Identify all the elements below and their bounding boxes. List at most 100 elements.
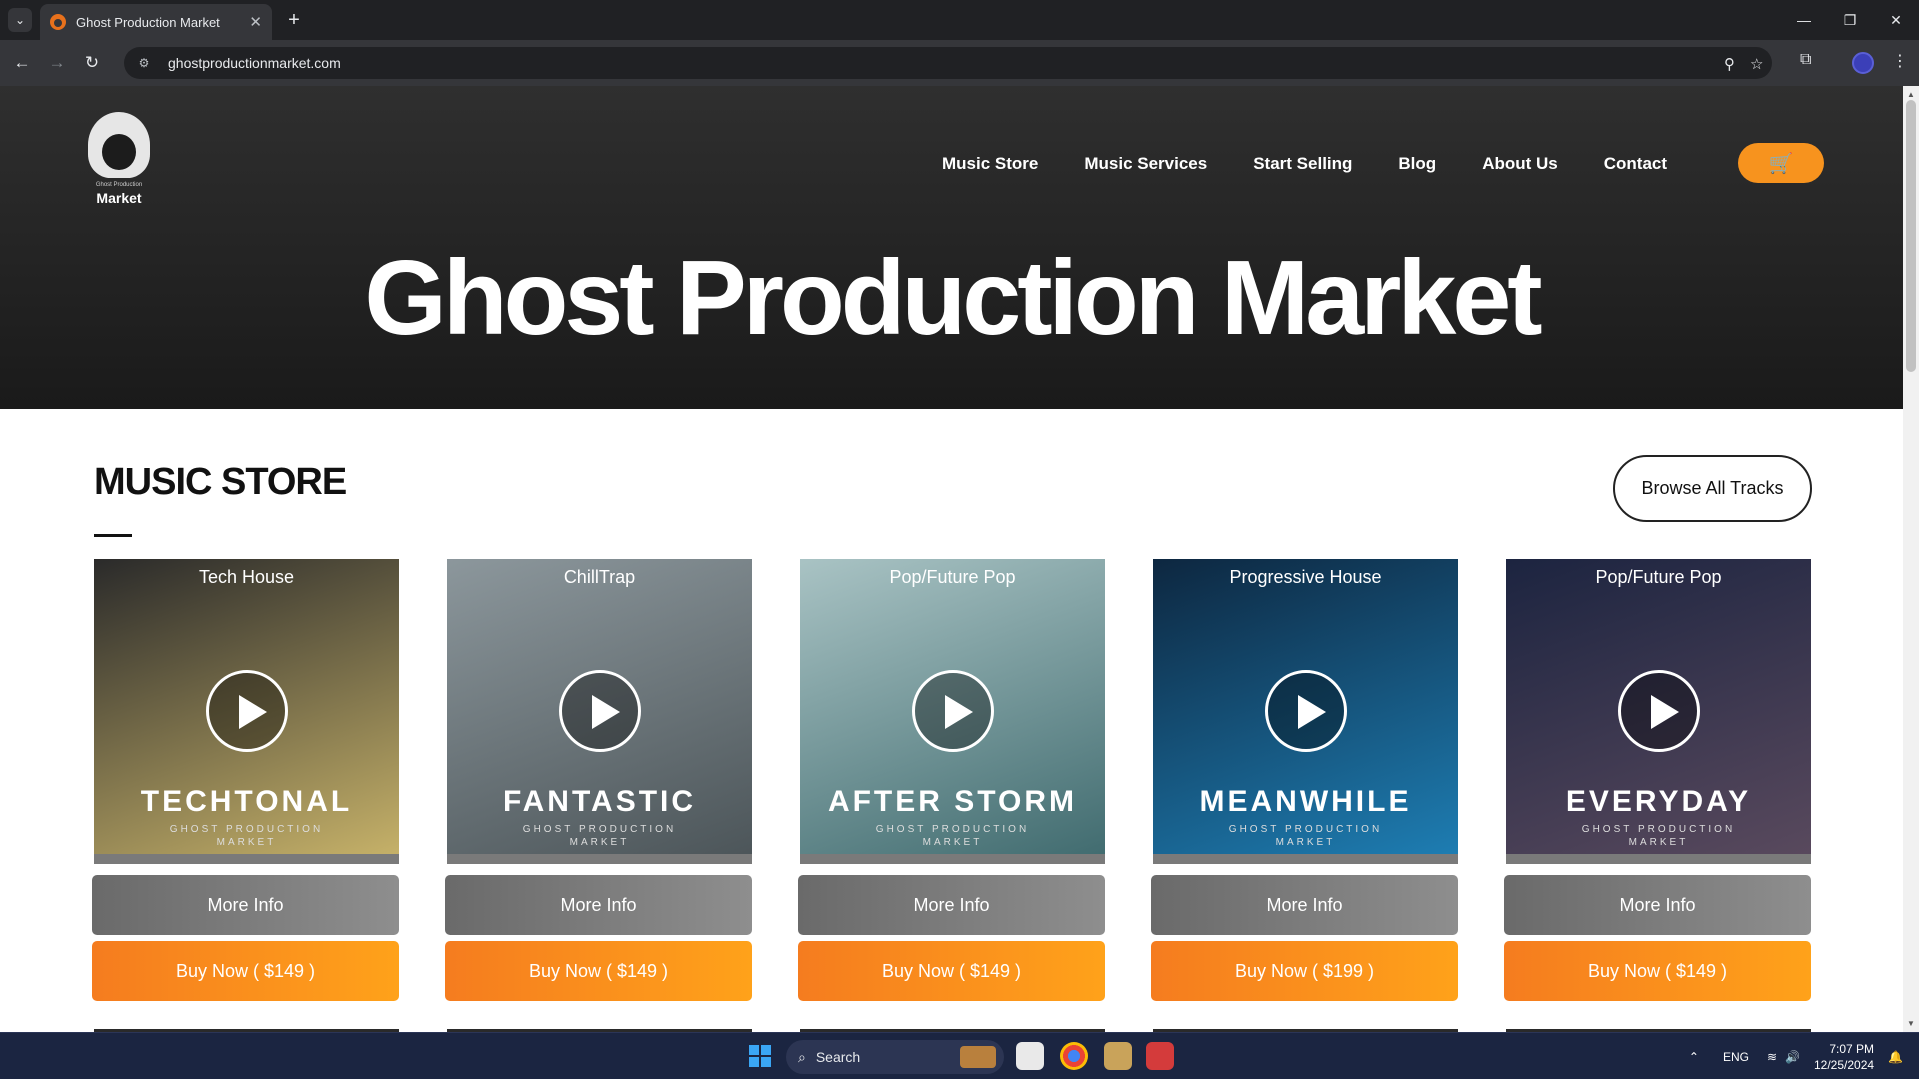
track-cover-subtitle: GHOST PRODUCTION MARKET xyxy=(522,824,677,848)
track-title: MEANWHILE xyxy=(1199,785,1412,818)
page-scrollbar[interactable]: ▲ ▼ xyxy=(1903,86,1919,1032)
more-info-button[interactable]: More Info xyxy=(1504,875,1811,935)
site-logo[interactable]: Ghost Production Market xyxy=(80,112,158,208)
browser-tab-active[interactable]: Ghost Production Market ✕ xyxy=(40,4,272,40)
buy-now-button[interactable]: Buy Now ( $149 ) xyxy=(798,941,1105,1001)
more-info-button[interactable]: More Info xyxy=(798,875,1105,935)
windows-taskbar: ⌕ Search ⌃ ENG ≋ 🔊 7:07 PM 12/25/2024 🔔 xyxy=(0,1032,1919,1079)
heading-underline xyxy=(94,534,132,537)
cart-icon: 🛒 xyxy=(1768,152,1794,175)
more-info-button[interactable]: More Info xyxy=(92,875,399,935)
scroll-down-arrow-icon[interactable]: ▼ xyxy=(1907,1019,1915,1028)
search-highlight-image xyxy=(960,1046,996,1068)
track-cover-subtitle: GHOST PRODUCTION MARKET xyxy=(1228,824,1383,848)
track-cover[interactable]: Progressive House MEANWHILE GHOST PRODUC… xyxy=(1153,559,1458,864)
play-icon[interactable] xyxy=(912,670,994,752)
nav-about-us[interactable]: About Us xyxy=(1482,154,1558,184)
bookmark-star-icon[interactable]: ☆ xyxy=(1750,55,1763,73)
track-title: EVERYDAY xyxy=(1565,785,1752,818)
main-navigation: Music Store Music Services Start Selling… xyxy=(942,154,1667,184)
cover-bottom-bar xyxy=(94,854,399,864)
more-info-button[interactable]: More Info xyxy=(445,875,752,935)
address-bar[interactable]: ⚙ ghostproductionmarket.com ⚲ ☆ xyxy=(124,47,1772,79)
back-arrow-icon[interactable]: ← xyxy=(10,51,34,75)
track-title: FANTASTIC xyxy=(502,785,697,818)
system-tray: ⌃ ENG ≋ 🔊 7:07 PM 12/25/2024 🔔 xyxy=(1689,1033,1903,1080)
cart-button[interactable]: 🛒 xyxy=(1738,143,1824,183)
nav-music-store[interactable]: Music Store xyxy=(942,154,1038,184)
track-title: TECHTONAL xyxy=(140,785,353,818)
windows-start-icon[interactable] xyxy=(749,1045,771,1067)
browser-tab-bar: ⌄ Ghost Production Market ✕ + — ❐ ✕ xyxy=(0,0,1919,40)
track-genre: ChillTrap xyxy=(563,567,636,587)
play-icon[interactable] xyxy=(1618,670,1700,752)
track-genre: Tech House xyxy=(198,567,295,587)
track-genre: Pop/Future Pop xyxy=(1595,567,1722,587)
new-tab-button[interactable]: + xyxy=(282,8,306,32)
play-icon[interactable] xyxy=(1265,670,1347,752)
cover-bottom-bar xyxy=(447,854,752,864)
tab-title: Ghost Production Market xyxy=(76,14,220,30)
track-cover-subtitle: GHOST PRODUCTION MARKET xyxy=(1581,824,1736,848)
profile-avatar[interactable] xyxy=(1852,52,1874,74)
notification-bell-icon[interactable]: 🔔 xyxy=(1888,1050,1903,1064)
search-icon: ⌕ xyxy=(798,1048,806,1065)
buy-now-button[interactable]: Buy Now ( $149 ) xyxy=(445,941,752,1001)
scroll-thumb[interactable] xyxy=(1906,100,1916,372)
logo-text: Market xyxy=(96,190,142,206)
track-cover-subtitle: GHOST PRODUCTION MARKET xyxy=(875,824,1030,848)
tab-search-chevron-icon[interactable]: ⌄ xyxy=(8,8,32,32)
reload-icon[interactable]: ↻ xyxy=(80,51,104,75)
nav-start-selling[interactable]: Start Selling xyxy=(1253,154,1352,184)
language-indicator[interactable]: ENG xyxy=(1723,1050,1749,1064)
app-icon[interactable] xyxy=(1104,1042,1132,1070)
buy-now-button[interactable]: Buy Now ( $199 ) xyxy=(1151,941,1458,1001)
show-hidden-icons-chevron-icon[interactable]: ⌃ xyxy=(1689,1050,1699,1064)
taskbar-search[interactable]: ⌕ Search xyxy=(786,1040,1004,1074)
scroll-up-arrow-icon[interactable]: ▲ xyxy=(1907,90,1915,99)
buy-now-button[interactable]: Buy Now ( $149 ) xyxy=(1504,941,1811,1001)
tab-close-icon[interactable]: ✕ xyxy=(249,13,262,31)
forward-arrow-icon[interactable]: → xyxy=(45,51,69,75)
nav-blog[interactable]: Blog xyxy=(1398,154,1436,184)
clock[interactable]: 7:07 PM 12/25/2024 xyxy=(1814,1041,1874,1073)
chrome-app-icon[interactable] xyxy=(1060,1042,1088,1070)
logo-small-text: Ghost Production xyxy=(95,182,143,188)
wifi-icon[interactable]: ≋ xyxy=(1767,1050,1777,1064)
restore-button[interactable]: ❐ xyxy=(1827,0,1873,40)
cover-bottom-bar xyxy=(1153,854,1458,864)
track-cover[interactable]: Pop/Future Pop AFTER STORM GHOST PRODUCT… xyxy=(800,559,1105,864)
track-genre: Progressive House xyxy=(1229,567,1382,587)
buy-now-button[interactable]: Buy Now ( $149 ) xyxy=(92,941,399,1001)
extensions-icon[interactable]: ⧉ xyxy=(1800,51,1811,69)
site-info-icon[interactable]: ⚙ xyxy=(136,55,152,71)
clock-date: 12/25/2024 xyxy=(1813,1057,1875,1072)
more-info-button[interactable]: More Info xyxy=(1151,875,1458,935)
site-favicon-icon xyxy=(50,14,66,30)
track-title: AFTER STORM xyxy=(827,785,1078,818)
store-app-icon[interactable] xyxy=(1016,1042,1044,1070)
cover-bottom-bar xyxy=(1506,854,1811,864)
taskbar-search-label: Search xyxy=(815,1049,861,1065)
hero-header: Ghost Production Market Music Store Musi… xyxy=(0,86,1903,409)
music-store-heading: MUSIC STORE xyxy=(94,461,347,503)
url-text[interactable]: ghostproductionmarket.com xyxy=(168,55,341,71)
close-window-button[interactable]: ✕ xyxy=(1873,0,1919,40)
track-cover[interactable]: Pop/Future Pop EVERYDAY GHOST PRODUCTION… xyxy=(1506,559,1811,864)
browser-menu-icon[interactable]: ⋮ xyxy=(1892,51,1908,71)
zoom-icon[interactable]: ⚲ xyxy=(1724,55,1735,73)
track-genre: Pop/Future Pop xyxy=(889,567,1016,587)
browse-all-tracks-button[interactable]: Browse All Tracks xyxy=(1613,455,1812,522)
track-cover[interactable]: ChillTrap FANTASTIC GHOST PRODUCTION MAR… xyxy=(447,559,752,864)
nav-music-services[interactable]: Music Services xyxy=(1084,154,1207,184)
minimize-button[interactable]: — xyxy=(1781,0,1827,40)
app-icon[interactable] xyxy=(1146,1042,1174,1070)
window-controls: — ❐ ✕ xyxy=(1781,0,1919,40)
logo-face-shadow xyxy=(102,134,136,170)
play-icon[interactable] xyxy=(206,670,288,752)
nav-contact[interactable]: Contact xyxy=(1604,154,1667,184)
play-icon[interactable] xyxy=(559,670,641,752)
hero-title: Ghost Production Market xyxy=(364,239,1542,357)
volume-icon[interactable]: 🔊 xyxy=(1785,1050,1800,1064)
track-cover[interactable]: Tech House TECHTONAL GHOST PRODUCTION MA… xyxy=(94,559,399,864)
